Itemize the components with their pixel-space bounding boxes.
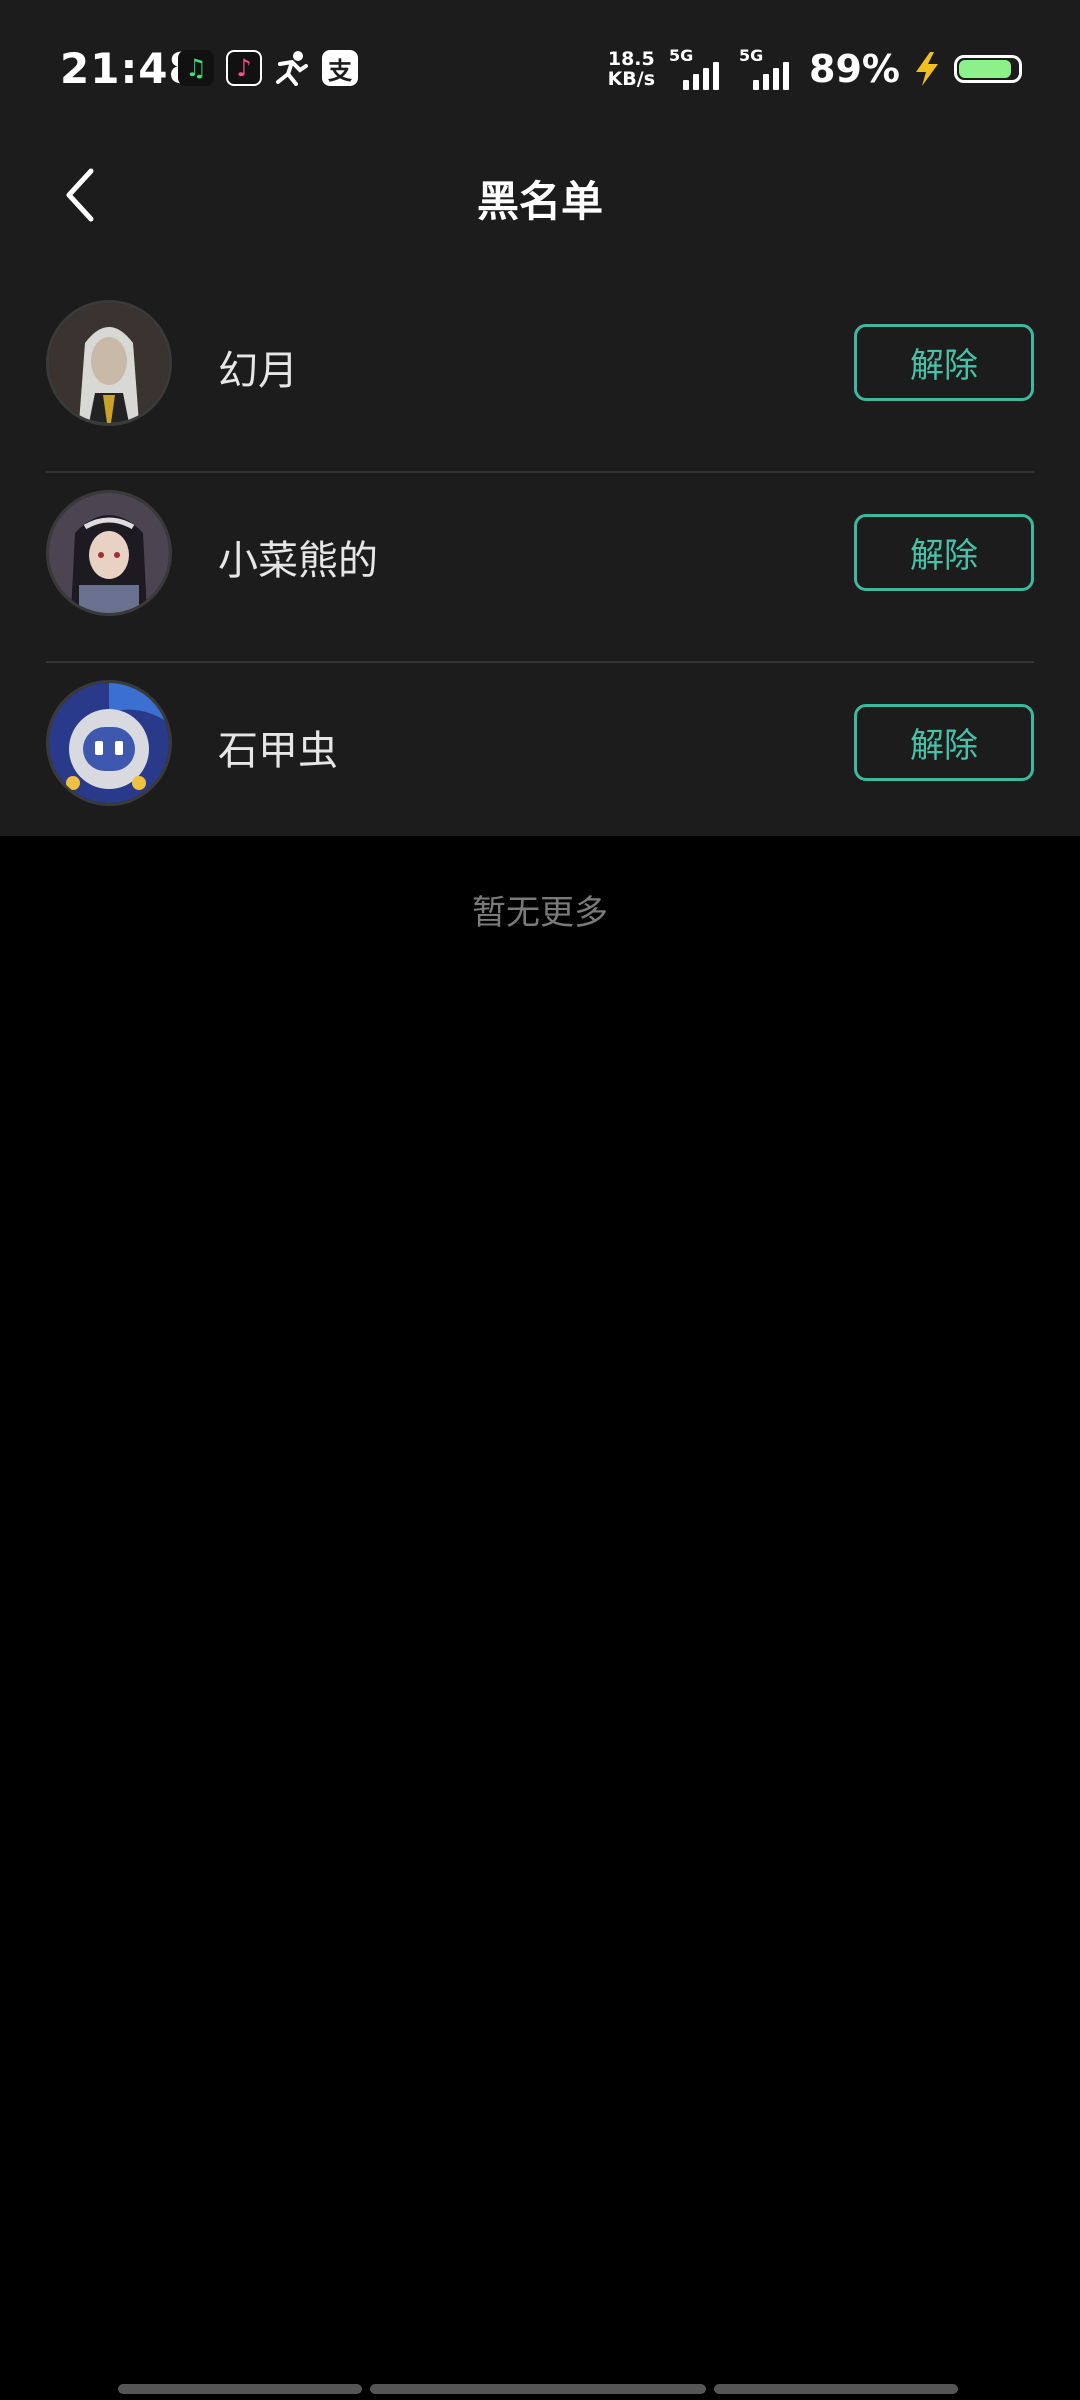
net-speed-unit: KB/s [607, 68, 656, 90]
music-app-icon: ♫ [178, 50, 214, 86]
unblock-button[interactable]: 解除 [854, 324, 1034, 401]
status-bar: 21:48 ♫ ♪ 支 18.5 KB/s 5G 5G 89% [0, 0, 1080, 140]
battery-icon [954, 55, 1022, 83]
charging-bolt-icon [916, 52, 938, 86]
avatar[interactable] [46, 490, 172, 616]
status-indicators: 18.5 KB/s 5G 5G 89% [608, 46, 1022, 92]
gesture-segment [714, 2384, 958, 2394]
gesture-segment [370, 2384, 706, 2394]
net-speed-value: 18.5 [607, 48, 655, 70]
blacklist-screen: 21:48 ♫ ♪ 支 18.5 KB/s 5G 5G 89% 黑名单 幻月 解… [0, 0, 1080, 2400]
user-name: 小菜熊的 [218, 538, 378, 584]
unblock-button[interactable]: 解除 [854, 514, 1034, 591]
avatar[interactable] [46, 300, 172, 426]
running-app-icon [274, 50, 310, 86]
gesture-bar[interactable] [118, 2384, 962, 2394]
header: 黑名单 [0, 140, 1080, 252]
user-name: 幻月 [218, 348, 298, 394]
no-more-text: 暂无更多 [472, 893, 608, 933]
user-name: 石甲虫 [218, 728, 338, 774]
notification-icons: ♫ ♪ 支 [178, 50, 358, 86]
alipay-icon: 支 [322, 50, 358, 86]
network-speed: 18.5 KB/s [608, 49, 655, 89]
blacklist-row: 小菜熊的 解除 [0, 473, 1080, 663]
signal-strength-icon: 5G [669, 46, 725, 92]
tiktok-shop-icon: ♪ [226, 50, 262, 86]
blacklist-row: 石甲虫 解除 [0, 663, 1080, 853]
unblock-button[interactable]: 解除 [854, 704, 1034, 781]
blacklist-row: 幻月 解除 [0, 283, 1080, 473]
battery-percent: 89% [809, 47, 900, 91]
avatar[interactable] [46, 680, 172, 806]
page-title: 黑名单 [476, 177, 603, 226]
blacklist: 幻月 解除 小菜熊的 解除 石甲虫 解除 [0, 283, 1080, 853]
gesture-segment [118, 2384, 362, 2394]
signal-strength-icon-2: 5G [739, 46, 795, 92]
battery-fill [959, 60, 1011, 78]
